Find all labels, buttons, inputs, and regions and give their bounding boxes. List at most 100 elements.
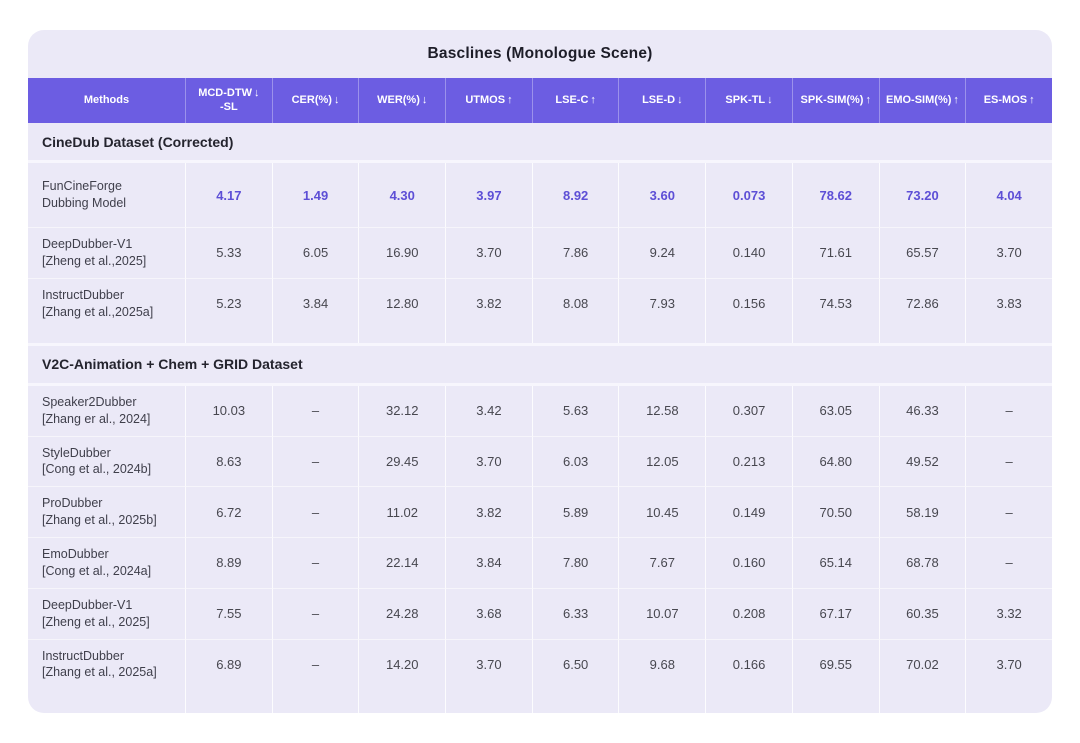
metric-value: – [965,435,1052,487]
metric-value: 8.92 [531,163,619,227]
table-row: InstructDubber [Zhang et al., 2025a] 6.89–… [28,638,1052,690]
column-header: EMO-SIM(%) ↑ [878,78,966,123]
table-row: StyleDubber [Cong et al., 2024b] 8.63–29.4… [28,435,1052,487]
metric-value: 14.20 [358,638,446,690]
method-citation: [Zhang et al., 2025a] [42,665,157,680]
metric-value: 5.23 [185,277,272,329]
column-header-label: CER(%) [291,93,332,106]
table-row: DeepDubber-V1 [Zheng et al., 2025] 7.55–24… [28,587,1052,639]
spacer-cell [358,689,445,714]
metric-value: 0.140 [705,227,792,278]
metric-value: 6.89 [185,638,272,690]
spacer-cell [618,328,705,343]
metric-value: 8.63 [185,435,272,487]
spacer-cell [28,329,185,343]
method-cell: Speaker2Dubber [Zhang er al., 2024] [28,386,185,436]
column-header: SPK-TL ↓ [705,78,792,123]
metric-value: 3.70 [445,435,532,487]
method-cell: DeepDubber-V1 [Zheng et al., 2025] [28,587,185,639]
metric-value: 60.35 [878,587,966,639]
metric-value: – [271,486,359,537]
column-header-label: LSE-C [555,93,589,106]
metric-value: 7.67 [618,537,706,588]
metric-value: 6.72 [185,486,272,537]
spacer-cell [531,328,619,343]
table-row: Speaker2Dubber [Zhang er al., 2024] 10.03–… [28,385,1052,436]
metric-value: 1.49 [271,163,359,227]
method-citation: [Zhang et al.,2025a] [42,304,154,319]
metric-value: 69.55 [791,638,879,690]
method-name: FunCineForge [42,179,122,194]
column-header: ES-MOS ↑ [965,78,1052,123]
metric-value: 0.166 [705,638,792,690]
spacer-cell [878,689,966,714]
metric-value: – [271,385,359,436]
column-header: MCD-DTW ↓ -SL [185,78,272,123]
metric-value: 71.61 [791,227,879,278]
column-header-content: LSE-C ↑ [555,94,596,108]
metric-value: 70.50 [791,486,879,537]
metric-value: 3.70 [445,227,532,278]
metric-value: 58.19 [878,486,966,537]
metric-value: 73.20 [878,163,966,227]
arrow-up-icon: ↑ [865,93,871,106]
metric-value: – [271,587,359,639]
metric-value: 3.83 [965,277,1052,329]
method-citation: [Zheng et al., 2025] [42,614,150,629]
metric-value: 4.04 [965,163,1052,227]
metric-value: 0.213 [705,435,792,487]
arrow-down-icon: ↓ [253,86,260,99]
spacer-cell [618,689,705,714]
table-row: InstructDubber [Zhang et al.,2025a] 5.23 3.… [28,277,1052,329]
method-citation: [Zhang er al., 2024] [42,411,151,426]
table-header-row: Methods MCD-DTW ↓ -SL CER(%) ↓ WER(%) ↓ UTMOS ↑ LS… [28,78,1052,123]
column-header-label: EMO-SIM(%) [886,93,952,106]
arrow-down-icon: ↓ [421,93,428,106]
column-header-label: LSE-D [642,93,676,106]
table-row: DeepDubber-V1 [Zheng et al.,2025] 5.33 6.05… [28,227,1052,278]
metric-value: 3.70 [445,638,532,690]
column-header: UTMOS ↑ [445,78,532,123]
method-cell: EmoDubber [Cong et al., 2024a] [28,537,185,588]
arrow-down-icon: ↓ [767,93,773,106]
table-row: ProDubber [Zhang et al., 2025b] 6.72–11.02… [28,486,1052,537]
metric-value: 10.07 [618,587,706,639]
column-header: LSE-C ↑ [531,78,619,123]
method-name: DeepDubber-V1 [42,597,133,612]
column-header: SPK-SIM(%) ↑ [791,78,879,123]
metric-value: 65.14 [791,537,879,588]
column-header-content: WER(%) ↓ [377,94,427,108]
metric-value: 6.50 [531,638,619,690]
method-cell: ProDubber [Zhang et al., 2025b] [28,486,185,537]
metric-value: – [965,537,1052,588]
metric-value: 4.17 [185,163,272,227]
metric-value: 8.08 [531,277,619,329]
table-title: Basclines (Monologue Scene) [427,45,653,62]
metric-value: 9.68 [618,638,706,690]
method-cell: InstructDubber [Zhang et al.,2025a] [28,277,185,329]
column-header-content: UTMOS ↑ [465,94,512,108]
metric-value: 3.82 [445,277,532,329]
method-cell: DeepDubber-V1 [Zheng et al.,2025] [28,227,185,278]
metric-value: 63.05 [791,385,879,436]
metric-value: 7.55 [185,587,272,639]
metric-value: 12.05 [618,435,706,487]
metric-value: 12.58 [618,385,705,436]
metric-value: 5.33 [185,227,272,278]
metric-value: – [965,486,1052,537]
metric-value: 65.57 [878,227,966,278]
method-cell: InstructDubber [Zhang et al., 2025a] [28,638,185,690]
table-row: FunCineForge Dubbing Model 4.17 1.49 4.30 3.9… [28,163,1052,227]
column-header-label: WER(%) [377,93,420,106]
section-bottom-padding [28,689,1052,714]
metric-value: – [965,385,1052,436]
method-citation: [Zhang et al., 2025b] [42,513,157,528]
metric-value: 16.90 [358,227,446,278]
column-header-label: SPK-SIM(%) [800,93,864,106]
metric-value: 3.32 [965,587,1052,639]
metric-value: 0.149 [705,486,792,537]
column-header: WER(%) ↓ [358,78,445,123]
column-header-label: SPK-TL [725,93,766,106]
metric-value: 3.97 [445,163,532,227]
column-header-content: ES-MOS ↑ [984,94,1035,108]
